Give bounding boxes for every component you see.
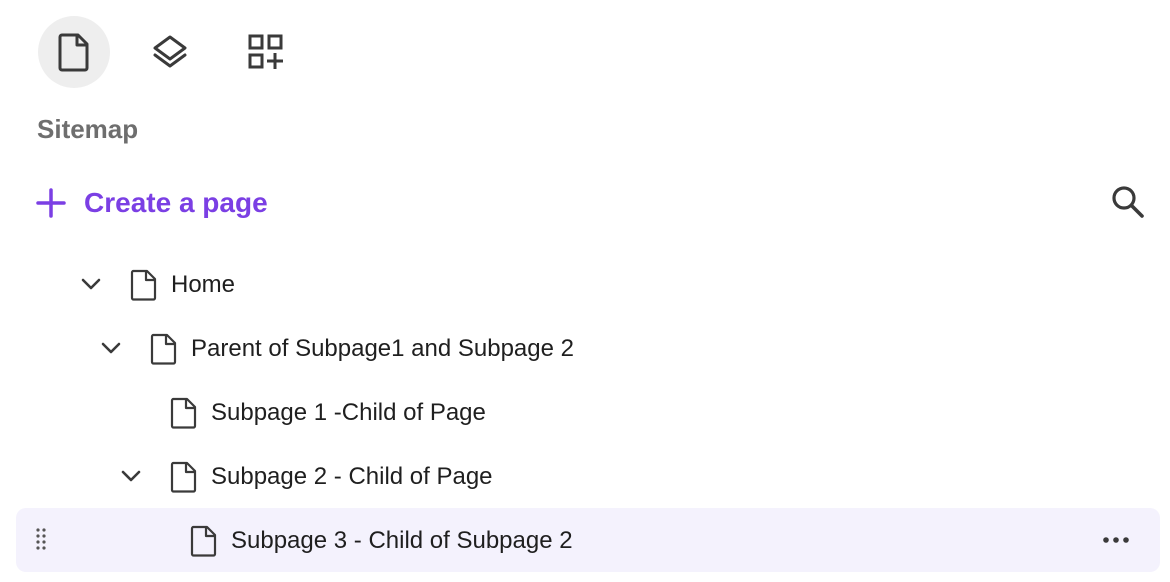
page-icon [150, 333, 177, 365]
create-page-button[interactable]: Create a page [36, 180, 268, 226]
chevron-down-icon[interactable] [99, 336, 123, 360]
tree-item-label: Parent of Subpage1 and Subpage 2 [191, 335, 574, 362]
chevron-down-icon[interactable] [79, 272, 103, 296]
tree-item-subpage-3[interactable]: Subpage 3 - Child of Subpage 2 [16, 508, 1160, 572]
tree-item-subpage-1[interactable]: Subpage 1 -Child of Page [16, 380, 1160, 444]
more-horizontal-icon [1103, 537, 1129, 543]
tab-layers[interactable] [134, 16, 206, 88]
search-icon [1112, 186, 1144, 218]
sitemap-panel: Sitemap Create a page Home Parent of Sub… [0, 0, 1170, 582]
section-title: Sitemap [37, 114, 139, 144]
tree-item-label: Subpage 3 - Child of Subpage 2 [231, 527, 573, 554]
plus-icon [36, 188, 66, 218]
more-options-button[interactable] [1100, 526, 1132, 554]
search-button[interactable] [1106, 180, 1150, 224]
page-icon [190, 525, 217, 557]
tree-item-subpage-2[interactable]: Subpage 2 - Child of Page [16, 444, 1160, 508]
tree-item-label: Home [171, 271, 236, 298]
tree-item-label: Subpage 1 -Child of Page [211, 399, 486, 426]
tab-add-app[interactable] [230, 16, 302, 88]
tree-item-home[interactable]: Home [16, 252, 1160, 316]
create-page-label: Create a page [84, 187, 268, 218]
layers-icon [153, 35, 187, 68]
page-icon [130, 269, 157, 301]
chevron-down-icon[interactable] [119, 464, 143, 488]
document-icon [58, 33, 89, 72]
tab-pages[interactable] [38, 16, 110, 88]
page-icon [170, 397, 197, 429]
tree-item-parent[interactable]: Parent of Subpage1 and Subpage 2 [16, 316, 1160, 380]
drag-handle-icon[interactable] [34, 526, 48, 554]
page-icon [170, 461, 197, 493]
tree-item-label: Subpage 2 - Child of Page [211, 463, 493, 490]
apps-add-icon [248, 34, 283, 69]
